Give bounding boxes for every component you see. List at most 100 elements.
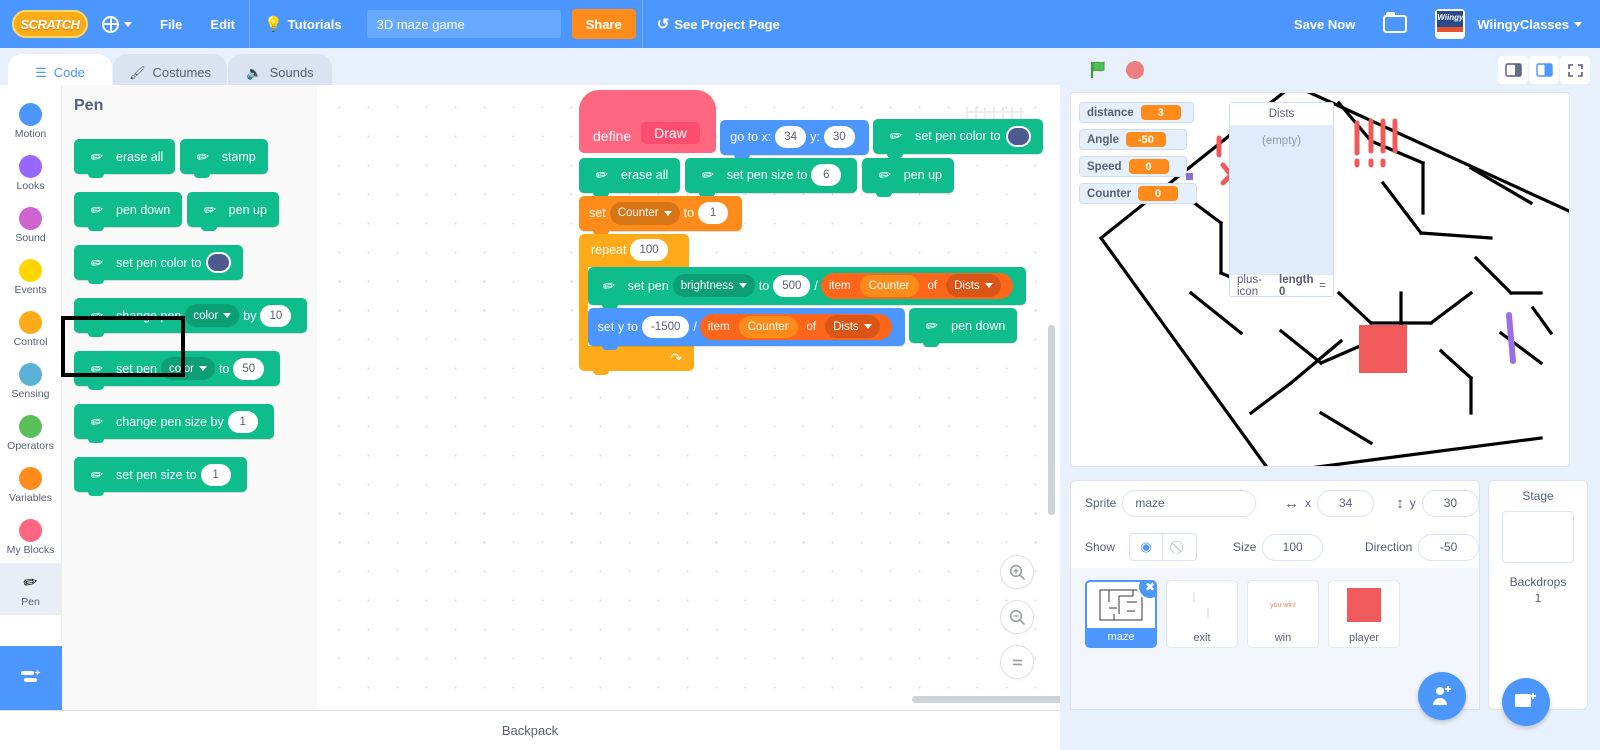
pen-param-value[interactable]: 50 [233,357,265,380]
fullscreen-icon[interactable] [1560,56,1590,84]
monitor-distance[interactable]: distance 3 [1079,102,1194,123]
monitor-speed[interactable]: Speed 0 [1079,156,1187,177]
zoom-in-button[interactable] [1000,555,1034,589]
palette-block-change-pen-param[interactable]: ✏ change pen color by 10 [74,298,308,337]
account-menu[interactable]: Wiingy WiingyClasses [1421,0,1600,48]
divide-left-value[interactable]: 500 [773,274,811,297]
sprite-y-input[interactable]: 30 [1421,489,1479,517]
go-to-x-value[interactable]: 34 [775,126,807,148]
palette-block-pen-up[interactable]: ✏ pen up [186,192,279,231]
scratch-logo[interactable]: SCRATCH [12,10,88,38]
pen-size-value[interactable]: 1 [200,463,231,486]
palette-block-set-pen-size[interactable]: ✏ set pen size to 1 [74,457,247,496]
backdrop-thumbnail[interactable] [1502,511,1574,563]
palette-block-pen-down[interactable]: ✏ pen down [74,192,183,231]
menu-file[interactable]: File [146,0,196,48]
sprite-name-input[interactable]: maze [1122,489,1257,517]
sprite-x-input[interactable]: 34 [1317,489,1375,517]
block-set-pen-size[interactable]: ✏ set pen size to 6 [684,157,858,197]
eye-icon[interactable]: ◉ [1129,533,1164,561]
stop-sign-icon[interactable] [1126,61,1144,79]
block-palette[interactable]: Pen ✏ erase all ✏ stamp ✏ pen down ✏ pen… [62,85,317,710]
pen-size-value[interactable]: 1 [227,410,258,433]
monitor-angle[interactable]: Angle -50 [1079,129,1187,150]
block-pen-up[interactable]: ✏ pen up [861,157,954,197]
repeat-header[interactable]: repeat 100 [579,233,689,267]
block-pen-down[interactable]: ✏ pen down [909,308,1018,347]
palette-block-set-pen-param[interactable]: ✏ set pen color to 50 [74,351,281,390]
sprite-card-exit[interactable]: exit [1166,580,1238,648]
see-project-page-button[interactable]: ↺ See Project Page [643,0,794,48]
category-motion[interactable]: Motion [0,95,61,147]
pen-param-dropdown[interactable]: color [185,304,240,327]
item-of-list-reporter[interactable]: item Counter of Dists [820,272,1013,299]
eye-slash-icon[interactable]: ⃠ [1163,533,1198,561]
pen-color-swatch[interactable] [1005,125,1031,147]
set-variable-value[interactable]: 1 [698,202,729,224]
block-set-y-to[interactable]: set y to -1500 / item Counter of Dists [587,307,905,350]
zoom-reset-button[interactable] [1000,645,1034,679]
sprite-size-input[interactable]: 100 [1262,533,1323,561]
backpack-bar[interactable]: Backpack [0,710,1060,750]
pen-color-swatch[interactable] [206,252,232,273]
sprite-card-maze[interactable]: ✖ maze [1085,580,1157,648]
menu-tutorials[interactable]: 💡 Tutorials [250,0,356,48]
item-of-list-reporter[interactable]: item Counter of Dists [699,313,892,340]
canvas-vertical-scrollbar[interactable] [1048,325,1055,515]
stage-selector-panel[interactable]: Stage Backdrops 1 [1488,480,1588,710]
stage-display[interactable]: distance 3 Angle -50 Speed 0 Counter 0 D… [1070,92,1570,467]
category-operators[interactable]: Operators [0,407,61,459]
pen-param-dropdown[interactable]: brightness [672,274,755,297]
sprite-card-player[interactable]: player [1328,580,1400,648]
monitor-counter[interactable]: Counter 0 [1079,183,1197,204]
sprite-direction-input[interactable]: -50 [1418,533,1479,561]
category-pen[interactable]: ✏ Pen [0,563,61,615]
repeat-count[interactable]: 100 [630,239,668,261]
monitor-slider-handle[interactable] [1186,173,1193,180]
add-sprite-button[interactable] [1418,672,1466,720]
category-variables[interactable]: Variables [0,459,61,511]
list-dropdown[interactable]: Dists [946,274,1001,297]
item-index-variable[interactable]: Counter [859,274,919,297]
block-erase-all[interactable]: ✏ erase all [579,157,681,197]
category-sound[interactable]: Sound [0,199,61,251]
palette-block-change-pen-size[interactable]: ✏ change pen size by 1 [74,404,274,443]
sprite-card-win[interactable]: you win! win [1247,580,1319,648]
large-stage-icon[interactable] [1529,56,1559,84]
script-stack-draw[interactable]: define Draw go to x: 34 y: 30 ✏ set pen … [579,90,1060,371]
share-button[interactable]: Share [571,9,636,39]
variable-dropdown[interactable]: Counter [609,201,680,225]
save-now-button[interactable]: Save Now [1280,0,1369,48]
block-repeat[interactable]: repeat 100 ✏ set pen brightness to 500 /… [579,233,1060,371]
language-selector[interactable] [88,0,146,48]
add-backdrop-button[interactable] [1502,678,1550,726]
go-to-y-value[interactable]: 30 [823,126,855,148]
palette-block-erase-all[interactable]: ✏ erase all [74,139,176,178]
list-monitor-dists[interactable]: Dists (empty) plus-icon length 0 = [1229,102,1334,298]
block-set-variable[interactable]: set Counter to 1 [579,195,743,235]
palette-block-stamp[interactable]: ✏ stamp [179,139,268,178]
menu-edit[interactable]: Edit [196,0,249,48]
pen-param-dropdown[interactable]: color [161,357,215,380]
set-pen-size-value[interactable]: 6 [811,164,842,186]
block-set-pen-color[interactable]: ✏ set pen color to [873,118,1043,158]
category-sensing[interactable]: Sensing [0,355,61,407]
block-go-to-xy[interactable]: go to x: 34 y: 30 [720,119,869,159]
green-flag-icon[interactable] [1086,57,1112,83]
pen-param-value[interactable]: 10 [260,304,292,327]
resize-icon[interactable]: = [1319,280,1326,292]
item-index-variable[interactable]: Counter [738,315,798,338]
add-extension-button[interactable] [0,646,62,710]
define-hat-block[interactable]: define Draw [579,90,716,153]
my-stuff-button[interactable] [1369,0,1421,48]
category-control[interactable]: Control [0,303,61,355]
small-stage-icon[interactable] [1498,56,1528,84]
script-canvas[interactable]: define Draw go to x: 34 y: 30 ✏ set pen … [317,85,1060,710]
category-looks[interactable]: Looks [0,147,61,199]
category-my-blocks[interactable]: My Blocks [0,511,61,563]
category-events[interactable]: Events [0,251,61,303]
plus-icon[interactable]: plus-icon [1237,274,1279,298]
divide-left-value[interactable]: -1500 [641,315,690,338]
project-title-input[interactable] [365,9,562,39]
palette-block-set-pen-color[interactable]: ✏ set pen color to [74,245,244,284]
